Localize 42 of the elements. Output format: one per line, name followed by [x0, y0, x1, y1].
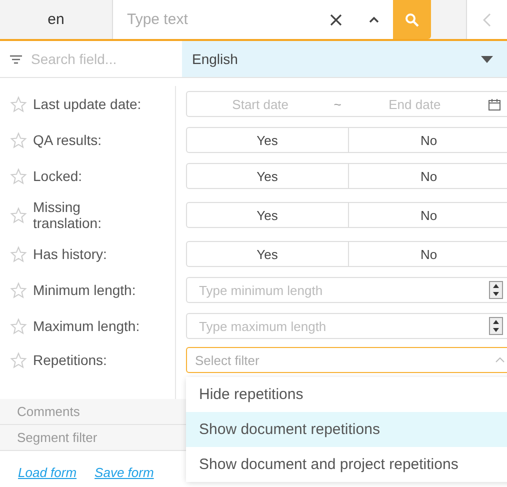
search-field[interactable]: Type text [113, 0, 393, 39]
search-button[interactable] [393, 0, 431, 39]
star-icon[interactable] [10, 168, 27, 184]
star-icon[interactable] [10, 246, 27, 262]
filter-icon [10, 54, 22, 64]
star-icon[interactable] [10, 96, 27, 112]
field-label: Last update date: [33, 96, 142, 112]
toggle-option[interactable]: Yes [187, 128, 348, 152]
field-label: Minimum length: [33, 282, 137, 298]
spinner-arrows-icon[interactable] [489, 281, 503, 299]
calendar-icon[interactable] [488, 98, 501, 110]
menu-option[interactable]: Show document repetitions [186, 412, 507, 447]
chevron-left-icon [483, 12, 491, 26]
language-select[interactable]: English [182, 41, 507, 77]
field-label: Repetitions: [33, 352, 108, 368]
back-button[interactable] [466, 0, 507, 39]
star-icon[interactable] [10, 132, 27, 148]
dropdown-arrow-icon [481, 56, 493, 62]
toggle-option[interactable]: Yes [187, 164, 348, 188]
toggle-option[interactable]: No [348, 128, 507, 152]
star-icon[interactable] [10, 318, 27, 334]
range-separator: ~ [334, 96, 342, 112]
star-icon[interactable] [10, 206, 27, 224]
star-icon[interactable] [10, 352, 27, 368]
toggle-option[interactable]: Yes [187, 203, 348, 227]
toggle-option[interactable]: No [348, 203, 507, 227]
field-label: Locked: [33, 168, 84, 184]
caret-icon [495, 357, 505, 363]
field-label: Maximum length: [33, 318, 141, 334]
search-icon [405, 12, 419, 26]
spinner-arrows-icon[interactable] [489, 317, 503, 335]
field-label: Has history: [33, 246, 108, 262]
toggle-option[interactable]: Yes [187, 242, 348, 266]
toggle-option[interactable]: No [348, 164, 507, 188]
menu-option[interactable]: Show document and project repetitions [186, 447, 507, 482]
menu-option[interactable]: Hide repetitions [186, 377, 507, 412]
field-label: Missing translation: [33, 198, 102, 232]
end-date-placeholder: End date [388, 96, 442, 112]
toggle-option[interactable]: No [348, 242, 507, 266]
start-date-placeholder: Start date [231, 96, 290, 112]
field-label: QA results: [33, 132, 102, 148]
star-icon[interactable] [10, 282, 27, 298]
